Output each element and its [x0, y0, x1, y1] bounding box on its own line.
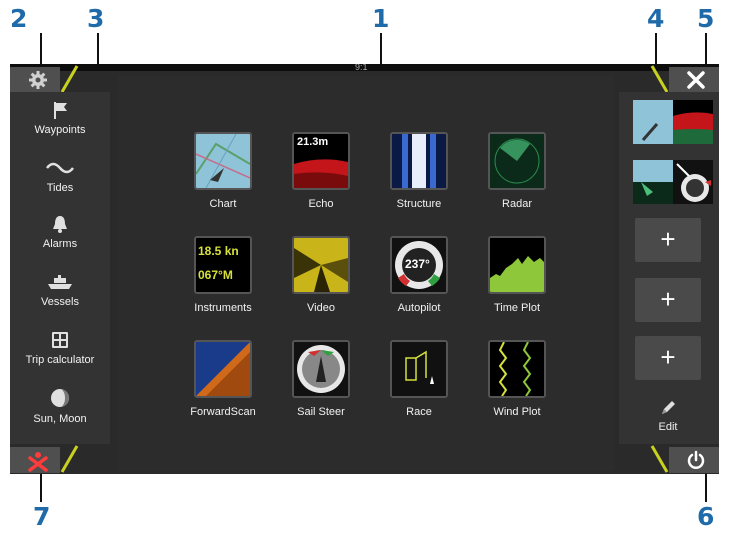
app-label: Race [406, 406, 432, 418]
chart-echo-split-icon [633, 100, 713, 144]
callout-4: 4 [647, 4, 665, 33]
power-button[interactable] [669, 447, 719, 473]
favorite-page-2[interactable] [633, 160, 713, 204]
app-structure[interactable]: Structure [374, 132, 464, 210]
edit-button[interactable]: Edit [635, 394, 701, 438]
app-sail-steer[interactable]: Sail Steer [276, 340, 366, 418]
sidebar-item-trip-calculator[interactable]: Trip calculator [10, 330, 110, 366]
plus-icon: + [660, 284, 676, 314]
sidebar-item-label: Tides [46, 182, 74, 194]
callout-2: 2 [10, 4, 28, 33]
chart-radar-autopilot-icon [633, 160, 713, 204]
app-autopilot[interactable]: 237° Autopilot [374, 236, 464, 314]
app-time-plot[interactable]: Time Plot [472, 236, 562, 314]
sidebar-item-label: Sun, Moon [33, 413, 87, 425]
leader-line-6 [705, 470, 707, 502]
sidebar-item-vessels[interactable]: Vessels [10, 272, 110, 308]
instruments-speed-text: 18.5 kn [198, 244, 239, 258]
mob-icon [27, 450, 49, 474]
app-chart[interactable]: Chart [178, 132, 268, 210]
time-plot-icon [488, 236, 546, 294]
sun-moon-icon [10, 387, 110, 409]
radar-icon [488, 132, 546, 190]
sidebar-item-alarms[interactable]: Alarms [10, 214, 110, 250]
app-label: Instruments [194, 302, 252, 314]
sail-steer-icon [292, 340, 350, 398]
plus-icon: + [660, 342, 676, 372]
callout-3: 3 [87, 4, 105, 33]
video-icon [292, 236, 350, 294]
autopilot-icon: 237° [390, 236, 448, 294]
add-favorite-button-3[interactable]: + [635, 336, 701, 380]
power-icon [685, 449, 707, 474]
autopilot-heading-text: 237° [405, 257, 430, 271]
home-screen: 9:1 Waypoints Tides Alarms Vessels Trip … [10, 64, 719, 474]
app-instruments[interactable]: 18.5 kn 067°M Instruments [178, 236, 268, 314]
flag-icon [10, 100, 110, 120]
favorite-page-1[interactable] [633, 100, 713, 144]
app-forwardscan[interactable]: ForwardScan [178, 340, 268, 418]
instruments-heading-text: 067°M [198, 268, 233, 282]
apps-panel: Chart 21.3m Echo Structure Radar 18.5 kn… [118, 76, 614, 471]
app-label: Autopilot [397, 302, 441, 314]
echo-depth-text: 21.3m [297, 136, 329, 148]
man-overboard-button[interactable] [10, 447, 60, 473]
app-label: Video [307, 302, 335, 314]
app-label: Radar [502, 198, 532, 210]
bell-icon [10, 214, 110, 234]
callout-7: 7 [33, 502, 51, 531]
app-race[interactable]: Race [374, 340, 464, 418]
close-button[interactable] [669, 67, 719, 93]
pencil-icon [635, 398, 701, 421]
accent-stripe-mob [60, 445, 79, 473]
sidebar-item-label: Vessels [41, 296, 79, 308]
sidebar-item-sun-moon[interactable]: Sun, Moon [10, 387, 110, 425]
edit-label: Edit [658, 421, 678, 433]
structure-icon [390, 132, 448, 190]
sidebar-item-tides[interactable]: Tides [10, 158, 110, 194]
sidebar-item-waypoints[interactable]: Waypoints [10, 100, 110, 136]
callout-1: 1 [372, 4, 390, 33]
forwardscan-icon [194, 340, 252, 398]
add-favorite-button-2[interactable]: + [635, 278, 701, 322]
app-label: Wind Plot [493, 406, 541, 418]
wind-plot-icon [488, 340, 546, 398]
app-label: Sail Steer [297, 406, 345, 418]
accent-stripe-power [650, 445, 669, 473]
callout-5: 5 [697, 4, 715, 33]
wave-icon [10, 158, 110, 178]
app-wind-plot[interactable]: Wind Plot [472, 340, 562, 418]
vessels-icon [10, 272, 110, 292]
clock-text: 9:1 [355, 64, 368, 72]
echo-icon: 21.3m [292, 132, 350, 190]
app-video[interactable]: Video [276, 236, 366, 314]
sidebar-item-label: Waypoints [34, 124, 86, 136]
favorites-bar: + + + Edit [619, 92, 719, 444]
instruments-icon: 18.5 kn 067°M [194, 236, 252, 294]
app-label: Chart [209, 198, 237, 210]
tools-sidebar: Waypoints Tides Alarms Vessels Trip calc… [10, 92, 110, 444]
app-label: Structure [396, 198, 442, 210]
plus-icon: + [660, 224, 676, 254]
app-label: Echo [308, 198, 334, 210]
app-radar[interactable]: Radar [472, 132, 562, 210]
race-icon [390, 340, 448, 398]
status-bar: 9:1 [10, 64, 719, 72]
calculator-icon [10, 330, 110, 350]
callout-6: 6 [697, 502, 715, 531]
app-label: ForwardScan [190, 406, 256, 418]
app-label: Time Plot [493, 302, 541, 314]
app-echo[interactable]: 21.3m Echo [276, 132, 366, 210]
sidebar-item-label: Trip calculator [25, 354, 95, 366]
add-favorite-button-1[interactable]: + [635, 218, 701, 262]
settings-button[interactable] [10, 67, 60, 93]
sidebar-item-label: Alarms [42, 238, 78, 250]
leader-line-7 [40, 470, 42, 502]
chart-icon [194, 132, 252, 190]
